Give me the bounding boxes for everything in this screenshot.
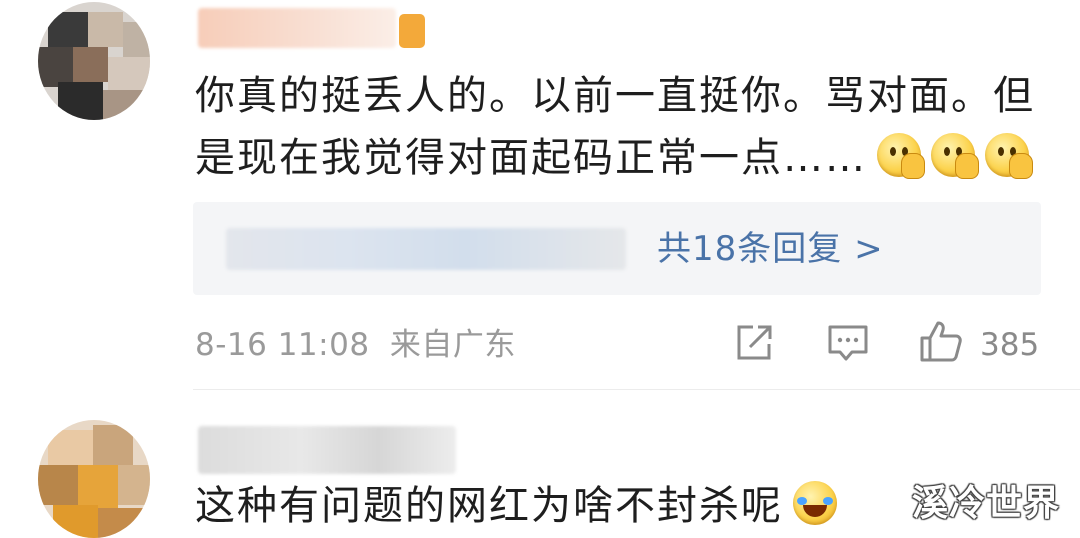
share-icon[interactable] [733, 322, 775, 364]
reply-preview-blurred [226, 228, 626, 270]
comment-text-line2: 是现在我觉得对面起码正常一点…… [195, 126, 1033, 190]
thinking-face-icon [877, 133, 925, 179]
avatar[interactable] [38, 420, 150, 538]
avatar[interactable] [38, 2, 150, 120]
timestamp: 8-16 11:08 [195, 327, 370, 363]
thinking-face-icon [985, 133, 1033, 179]
watermark: 溪冷世界 [912, 483, 1061, 524]
vip-badge-icon [399, 14, 425, 48]
view-replies-link[interactable]: 共18条回复 > [657, 226, 884, 272]
username-blurred[interactable] [198, 426, 456, 474]
thinking-face-icon [931, 133, 979, 179]
comment-text: 这种有问题的网红为啥不封杀呢 [195, 474, 837, 538]
laughing-crying-icon [793, 481, 837, 525]
username-blurred[interactable] [198, 8, 396, 48]
comment-divider [193, 389, 1080, 390]
comment-meta: 8-16 11:08 来自广东 [195, 322, 516, 368]
thumbs-up-icon[interactable] [918, 318, 964, 364]
like-count: 385 [980, 327, 1040, 363]
comment-icon[interactable] [826, 322, 870, 364]
location: 来自广东 [389, 327, 516, 363]
comment-text-line1: 你真的挺丢人的。以前一直挺你。骂对面。但 [195, 73, 1035, 119]
